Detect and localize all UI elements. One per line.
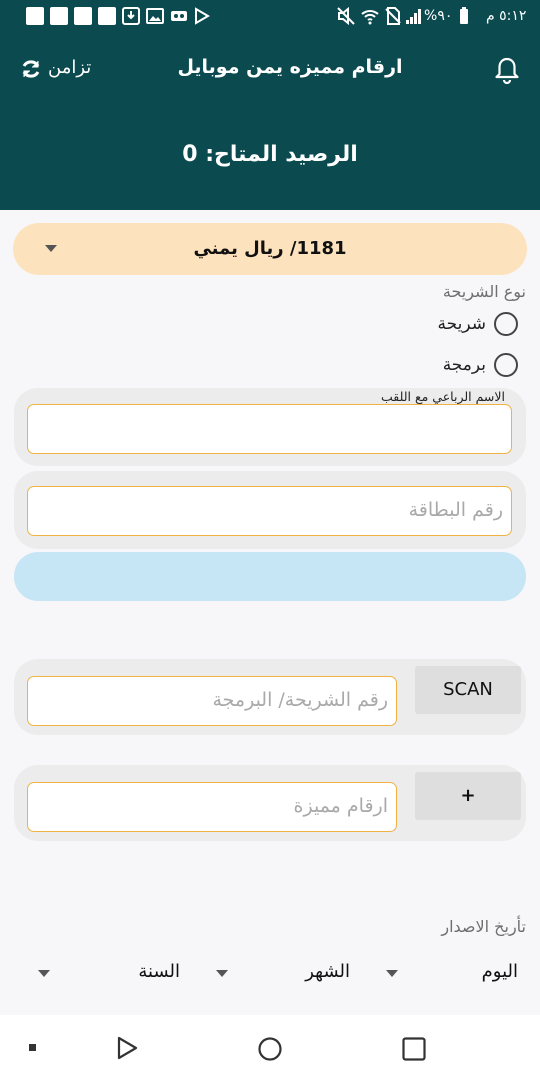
wifi-icon	[361, 10, 379, 25]
navigation-bar	[0, 1015, 540, 1080]
battery-percent: %٩٠	[424, 8, 453, 24]
chevron-down-icon	[45, 245, 57, 252]
card-number-input[interactable]: رقم البطاقة	[27, 486, 512, 536]
sync-label[interactable]: تزامن	[48, 57, 91, 78]
issue-date-label: تأريخ الاصدار	[441, 917, 526, 936]
special-numbers-input[interactable]: ارقام مميزة	[27, 782, 397, 832]
radio-sim[interactable]	[494, 312, 518, 336]
radio-programming-label[interactable]: برمجة	[443, 355, 486, 375]
chevron-down-icon	[386, 970, 398, 977]
special-numbers-placeholder: ارقام مميزة	[293, 795, 388, 817]
image-icon	[146, 8, 164, 24]
play-icon[interactable]	[114, 1035, 140, 1061]
currency-selected-value: 1181/ ريال يمني	[193, 238, 347, 259]
radio-sim-label[interactable]: شريحة	[438, 314, 486, 334]
sim-number-placeholder: رقم الشريحة/ البرمجة	[212, 689, 388, 711]
notification-icon	[26, 7, 44, 25]
notification-icon	[98, 7, 116, 25]
year-select-value: السنة	[138, 961, 180, 982]
available-balance: الرصيد المتاح: 0	[182, 142, 358, 167]
notification-icon	[74, 7, 92, 25]
menu-dot-icon[interactable]	[29, 1044, 36, 1051]
voicemail-icon	[171, 11, 187, 21]
add-button[interactable]: +	[415, 772, 521, 820]
card-number-placeholder: رقم البطاقة	[408, 499, 503, 521]
download-icon	[122, 7, 140, 25]
status-bar: ٥:١٢ م %٩٠	[0, 0, 540, 32]
sim-number-input[interactable]: رقم الشريحة/ البرمجة	[27, 676, 397, 726]
day-select-value: اليوم	[481, 961, 518, 982]
play-store-icon	[195, 7, 210, 25]
mute-icon	[337, 6, 355, 26]
sync-icon[interactable]	[20, 58, 42, 80]
info-bar	[14, 552, 526, 601]
recents-icon[interactable]	[401, 1036, 427, 1062]
home-icon[interactable]	[257, 1036, 283, 1062]
currency-dropdown[interactable]: 1181/ ريال يمني	[13, 223, 527, 275]
signal-icon	[406, 9, 421, 24]
chevron-down-icon	[38, 970, 50, 977]
no-sim-icon	[385, 7, 401, 25]
sim-type-label: نوع الشريحة	[442, 282, 526, 301]
bell-icon[interactable]	[494, 56, 520, 84]
radio-programming[interactable]	[494, 353, 518, 377]
full-name-input[interactable]	[27, 404, 512, 454]
app-title: ارقام مميزه يمن موبايل	[177, 56, 403, 78]
month-select-value: الشهر	[305, 961, 350, 982]
clock: ٥:١٢ م	[486, 8, 527, 24]
month-select[interactable]: الشهر	[216, 955, 356, 991]
scan-button[interactable]: SCAN	[415, 666, 521, 714]
battery-icon	[460, 7, 468, 24]
chevron-down-icon	[216, 970, 228, 977]
year-select[interactable]: السنة	[36, 955, 186, 991]
full-name-label: الاسم الرباعي مع اللقب	[380, 389, 505, 404]
day-select[interactable]: اليوم	[386, 955, 520, 991]
notification-icon	[50, 7, 68, 25]
